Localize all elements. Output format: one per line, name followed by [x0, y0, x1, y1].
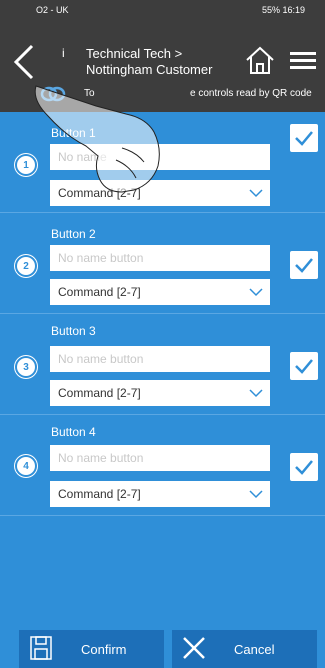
button-block-1: 1 Button 1 Command [2-7]: [0, 112, 325, 213]
clock: 16:19: [282, 5, 305, 15]
qr-info-row: To e controls read by QR code: [0, 82, 325, 106]
command-value: Command [2-7]: [58, 386, 141, 400]
close-icon: [183, 637, 205, 659]
status-right: 55% 16:19: [262, 5, 305, 15]
command-value: Command [2-7]: [58, 186, 141, 200]
button-block-3: 3 Button 3 Command [2-7]: [0, 314, 325, 415]
button-label: Button 2: [51, 227, 96, 241]
home-icon[interactable]: [244, 44, 276, 76]
button-name-input[interactable]: [50, 245, 270, 271]
checkmark-icon: [295, 460, 313, 475]
button-name-input[interactable]: [50, 346, 270, 372]
breadcrumb-tech[interactable]: Technical Tech >: [86, 46, 182, 61]
chevron-down-icon: [249, 389, 263, 398]
checkmark-icon: [295, 258, 313, 273]
checkmark-icon: [295, 359, 313, 374]
button-number-badge: 1: [17, 156, 35, 174]
battery-level: 55%: [261, 5, 280, 15]
button-label: Button 1: [51, 126, 96, 140]
button-name-input[interactable]: [50, 144, 270, 170]
button-label: Button 4: [51, 425, 96, 439]
command-select[interactable]: Command [2-7]: [50, 380, 270, 406]
button-number-badge: 2: [17, 257, 35, 275]
command-select[interactable]: Command [2-7]: [50, 481, 270, 507]
breadcrumb-customer: Nottingham Customer: [86, 62, 213, 77]
checkmark-icon: [295, 131, 313, 146]
cancel-label: Cancel: [234, 642, 275, 657]
enable-checkbox[interactable]: [290, 352, 318, 380]
command-select[interactable]: Command [2-7]: [50, 279, 270, 305]
footer-bar: Confirm Cancel: [0, 616, 325, 668]
save-icon: [30, 636, 52, 660]
enable-checkbox[interactable]: [290, 124, 318, 152]
info-prefix: i: [62, 46, 65, 60]
command-value: Command [2-7]: [58, 487, 141, 501]
cancel-button[interactable]: Cancel: [172, 630, 317, 668]
button-number-badge: 3: [17, 358, 35, 376]
chevron-down-icon: [249, 189, 263, 198]
carrier-label: O2 - UK: [36, 5, 69, 15]
confirm-label: Confirm: [81, 642, 127, 657]
chevron-down-icon: [249, 288, 263, 297]
qr-info-text: e controls read by QR code: [190, 88, 312, 99]
button-block-4: 4 Button 4 Command [2-7]: [0, 415, 325, 516]
button-number-badge: 4: [17, 457, 35, 475]
back-arrow-icon[interactable]: [12, 42, 38, 82]
qr-info-text-start: To: [84, 88, 95, 99]
status-bar: O2 - UK 55% 16:19: [0, 0, 325, 22]
button-block-2: 2 Button 2 Command [2-7]: [0, 213, 325, 314]
link-icon: [40, 86, 66, 102]
command-value: Command [2-7]: [58, 285, 141, 299]
app-header: i Technical Tech > Nottingham Customer T…: [0, 22, 325, 112]
enable-checkbox[interactable]: [290, 251, 318, 279]
hamburger-menu-icon[interactable]: [290, 50, 316, 72]
confirm-button[interactable]: Confirm: [19, 630, 164, 668]
command-select[interactable]: Command [2-7]: [50, 180, 270, 206]
chevron-down-icon: [249, 490, 263, 499]
button-name-input[interactable]: [50, 445, 270, 471]
button-label: Button 3: [51, 324, 96, 338]
enable-checkbox[interactable]: [290, 453, 318, 481]
